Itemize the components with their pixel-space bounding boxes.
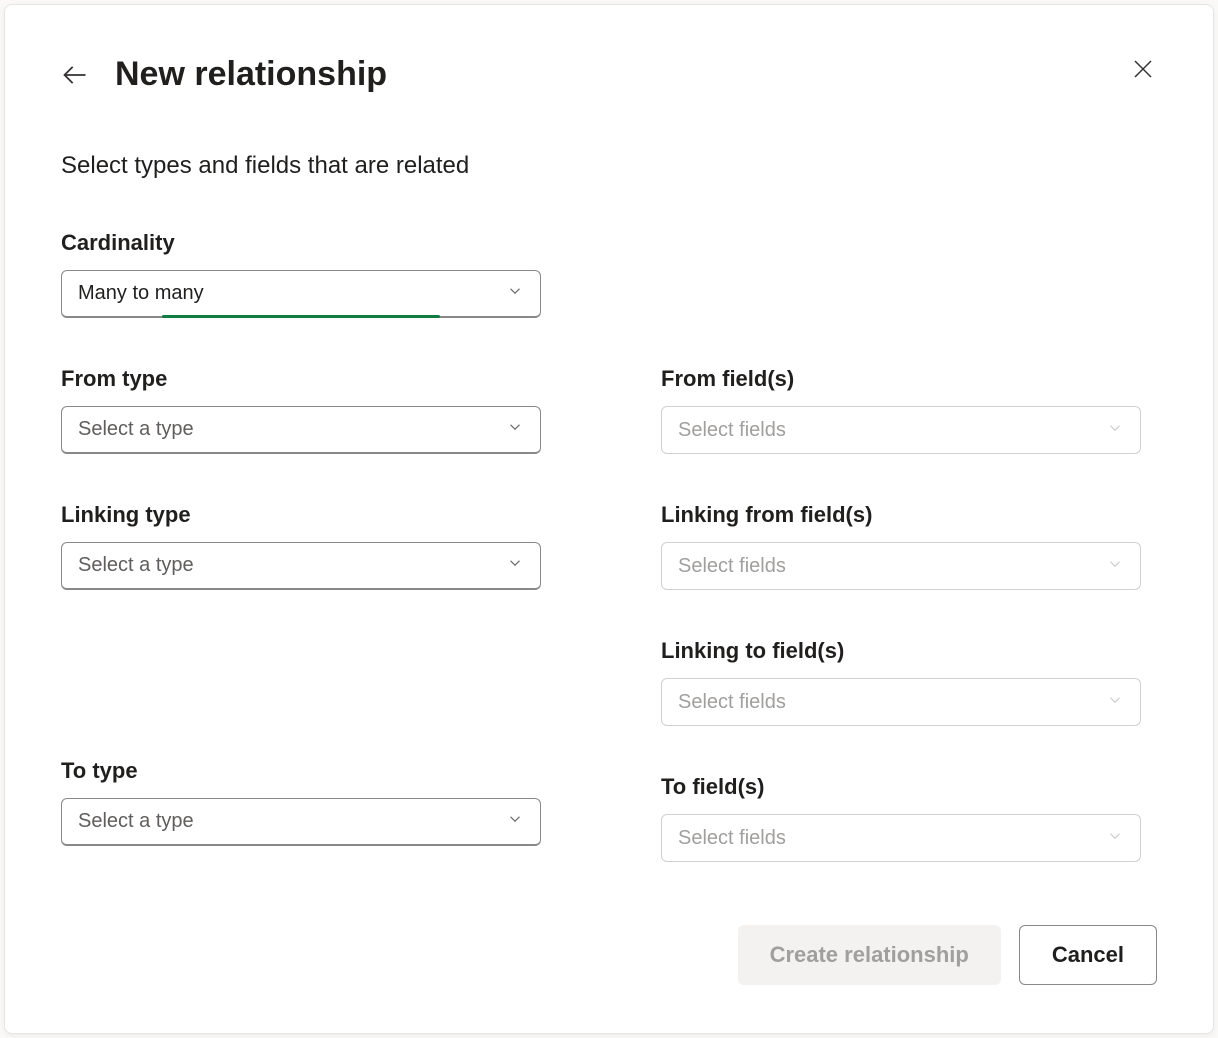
page-title: New relationship (115, 55, 387, 94)
from-type-placeholder: Select a type (78, 418, 194, 441)
from-fields-label: From field(s) (661, 366, 1157, 392)
linking-type-dropdown[interactable]: Select a type (61, 542, 541, 590)
close-icon[interactable] (1129, 55, 1157, 83)
cardinality-label: Cardinality (61, 230, 1157, 256)
linking-from-fields-dropdown[interactable]: Select fields (661, 542, 1141, 590)
from-fields-placeholder: Select fields (678, 419, 786, 442)
create-relationship-button[interactable]: Create relationship (738, 925, 1001, 985)
chevron-down-icon (1106, 827, 1124, 850)
to-type-dropdown[interactable]: Select a type (61, 798, 541, 846)
chevron-down-icon (506, 282, 524, 305)
to-fields-field-group: To field(s) Select fields (661, 774, 1157, 862)
chevron-down-icon (506, 810, 524, 833)
linking-from-fields-label: Linking from field(s) (661, 502, 1157, 528)
linking-to-fields-dropdown[interactable]: Select fields (661, 678, 1141, 726)
new-relationship-panel: New relationship Select types and fields… (4, 4, 1214, 1034)
linking-from-fields-field-group: Linking from field(s) Select fields (661, 502, 1157, 590)
linking-type-field-group: Linking type Select a type (61, 502, 557, 590)
cancel-button[interactable]: Cancel (1019, 925, 1157, 985)
to-type-placeholder: Select a type (78, 810, 194, 833)
from-fields-dropdown[interactable]: Select fields (661, 406, 1141, 454)
linking-to-fields-field-group: Linking to field(s) Select fields (661, 638, 1157, 726)
from-fields-field-group: From field(s) Select fields (661, 366, 1157, 454)
chevron-down-icon (1106, 555, 1124, 578)
linking-type-placeholder: Select a type (78, 554, 194, 577)
to-fields-label: To field(s) (661, 774, 1157, 800)
cardinality-value: Many to many (78, 282, 204, 305)
linking-type-label: Linking type (61, 502, 557, 528)
from-type-dropdown[interactable]: Select a type (61, 406, 541, 454)
back-arrow-icon[interactable] (61, 61, 89, 89)
linking-to-fields-placeholder: Select fields (678, 691, 786, 714)
linking-to-fields-label: Linking to field(s) (661, 638, 1157, 664)
layout-spacer (61, 638, 557, 758)
chevron-down-icon (1106, 691, 1124, 714)
cardinality-dropdown[interactable]: Many to many (61, 270, 541, 318)
chevron-down-icon (506, 418, 524, 441)
from-type-field-group: From type Select a type (61, 366, 557, 454)
to-fields-dropdown[interactable]: Select fields (661, 814, 1141, 862)
chevron-down-icon (506, 554, 524, 577)
header-row: New relationship (61, 55, 1157, 94)
to-type-label: To type (61, 758, 557, 784)
from-type-label: From type (61, 366, 557, 392)
linking-from-fields-placeholder: Select fields (678, 555, 786, 578)
footer-actions: Create relationship Cancel (738, 925, 1157, 985)
to-type-field-group: To type Select a type (61, 758, 557, 846)
chevron-down-icon (1106, 419, 1124, 442)
to-fields-placeholder: Select fields (678, 827, 786, 850)
cardinality-field-group: Cardinality Many to many (61, 230, 1157, 318)
subtitle: Select types and fields that are related (61, 152, 1157, 180)
